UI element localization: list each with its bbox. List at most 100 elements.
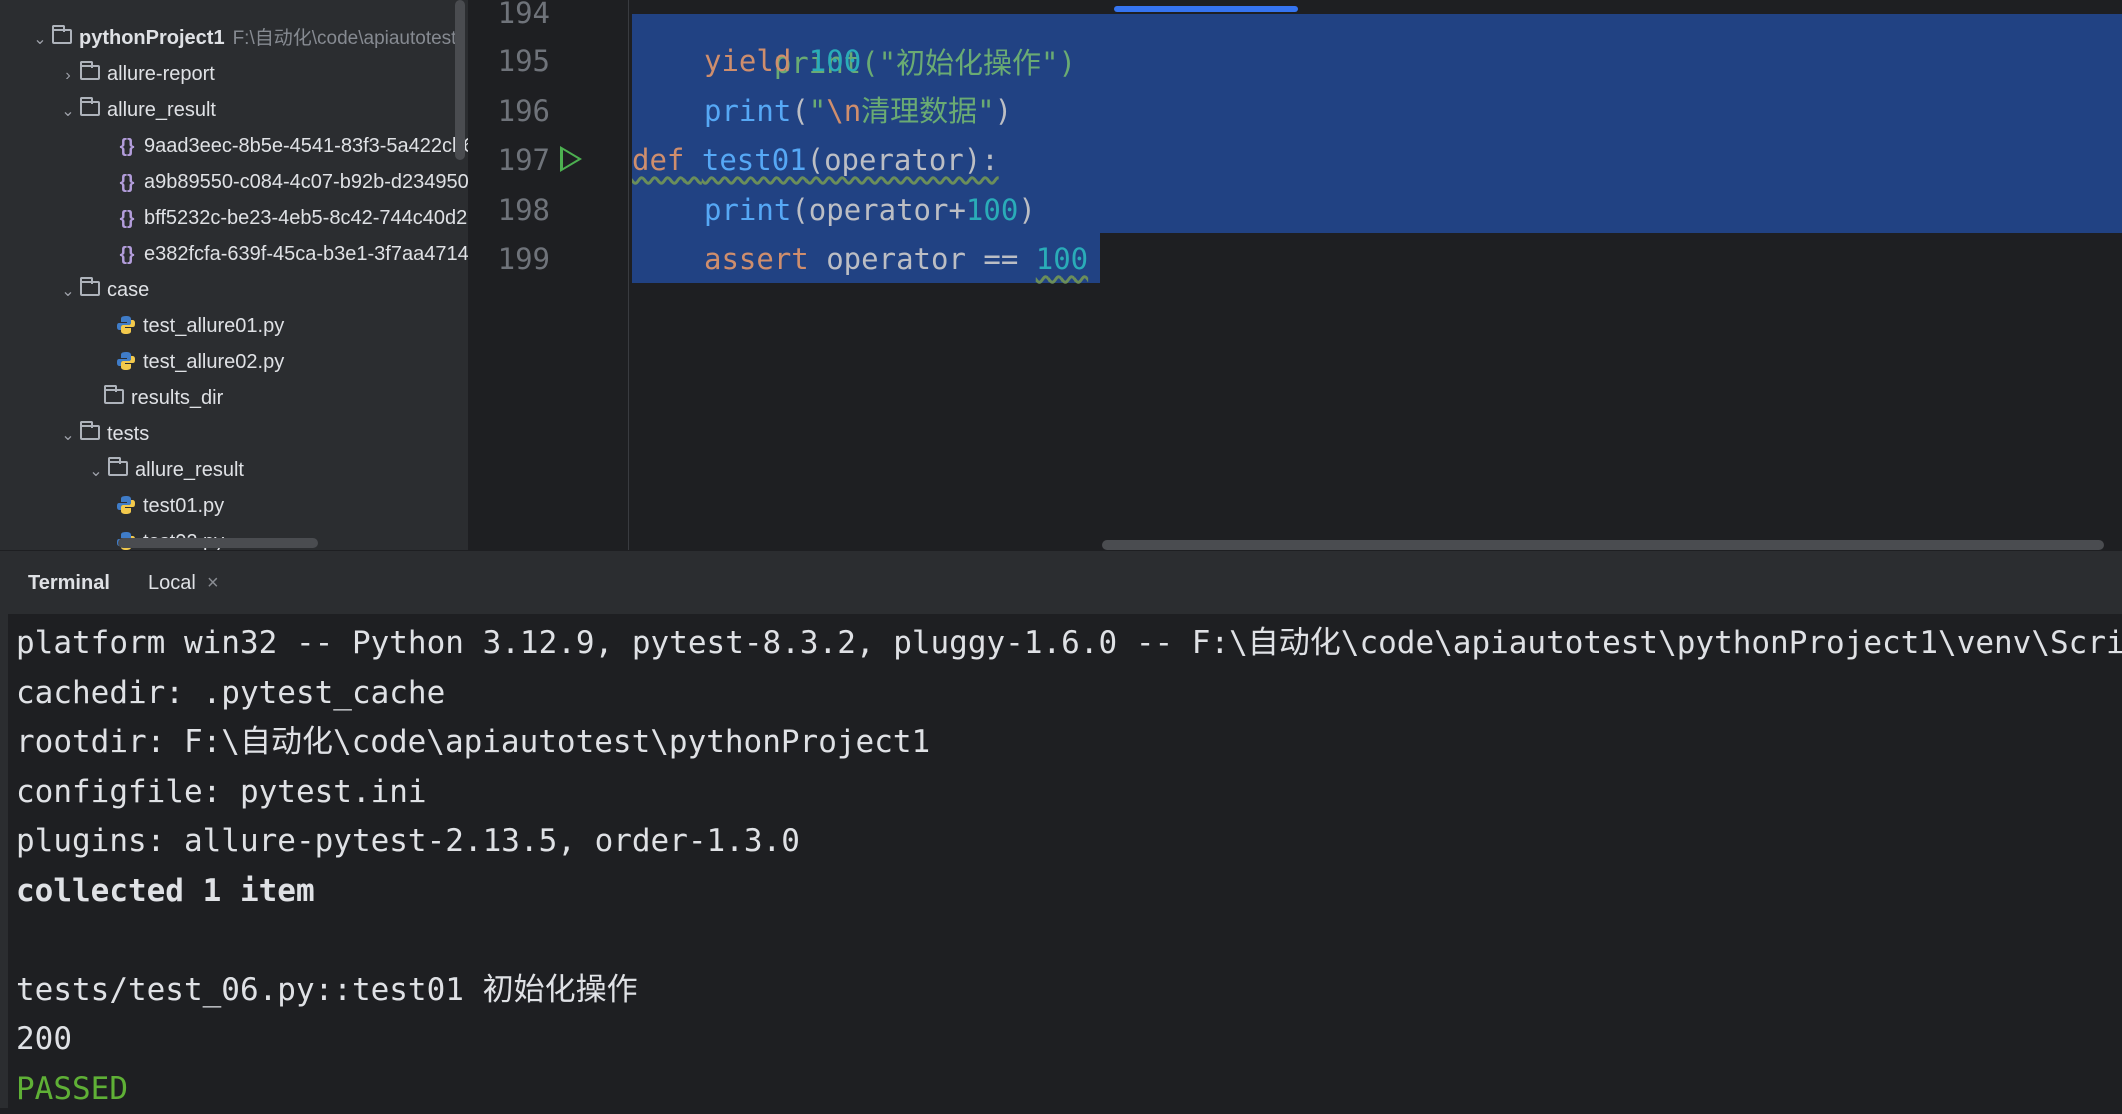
code-editor[interactable]: 194 195 196 197 198 199 print("初始化操作") y… — [468, 0, 2122, 550]
terminal-line: rootdir: F:\自动化\code\apiautotest\pythonP… — [16, 724, 931, 760]
code-line-194: print("初始化操作") — [632, 0, 1076, 80]
terminal-title[interactable]: Terminal — [28, 551, 110, 615]
chevron-down-icon[interactable]: ⌄ — [56, 274, 80, 310]
tree-folder-allure-report[interactable]: › allure-report — [56, 56, 215, 92]
string: " — [808, 94, 827, 128]
tree-item-label: allure_result — [135, 459, 244, 481]
tree-horizontal-scrollbar[interactable] — [118, 538, 318, 548]
python-file-icon — [117, 495, 135, 514]
code-text: (operator): — [806, 143, 999, 177]
chevron-down-icon[interactable]: ⌄ — [28, 22, 52, 58]
tab-local[interactable]: Local — [148, 551, 196, 615]
code-line-195: yield 100 — [632, 36, 861, 86]
tree-file-py[interactable]: test01.py — [116, 488, 224, 524]
folder-icon — [80, 97, 100, 117]
terminal-line: collected 1 item — [16, 873, 315, 909]
tree-file-py[interactable]: test_allure01.py — [116, 308, 284, 344]
tree-vertical-scrollbar[interactable] — [455, 0, 465, 160]
tree-item-label: test_allure02.py — [143, 351, 285, 373]
terminal-line: 200 — [16, 1021, 72, 1057]
run-icon[interactable] — [560, 146, 582, 172]
tree-item-label: test01.py — [143, 495, 225, 517]
keyword: yield — [704, 44, 792, 78]
code-text: ) — [994, 94, 1013, 128]
line-number: 198 — [497, 193, 550, 227]
editor-horizontal-scrollbar[interactable] — [1102, 540, 2104, 550]
function-name: test01 — [701, 143, 807, 177]
line-number-gutter: 194 195 196 197 198 199 — [468, 0, 629, 550]
folder-icon — [104, 385, 124, 405]
number: 100 — [1035, 242, 1089, 276]
tree-file-json[interactable]: {} e382fcfa-639f-45ca-b3e1-3f7aa4714 — [116, 236, 468, 272]
folder-icon — [80, 277, 100, 297]
terminal-line: tests/test_06.py::test01 初始化操作 — [16, 972, 638, 1008]
tree-root[interactable]: ⌄ pythonProject1 F:\自动化\code\apiautotest — [28, 20, 456, 56]
json-file-icon: {} — [119, 136, 135, 157]
tree-item-label: e382fcfa-639f-45ca-b3e1-3f7aa4714 — [144, 243, 468, 265]
function-call: print — [704, 193, 792, 227]
folder-icon — [80, 61, 100, 81]
keyword: assert — [704, 242, 809, 276]
chevron-down-icon[interactable]: ⌄ — [84, 454, 108, 490]
code-line-198: print(operator+100) — [632, 185, 1036, 235]
json-file-icon: {} — [119, 208, 135, 229]
tree-root-path: F:\自动化\code\apiautotest — [232, 28, 457, 49]
code-line-196: print("\n清理数据") — [632, 86, 1012, 136]
tree-item-label: a9b89550-c084-4c07-b92b-d234950 — [144, 171, 468, 193]
tree-file-py[interactable]: test_allure02.py — [116, 344, 284, 380]
tree-folder-results-dir[interactable]: results_dir — [80, 380, 223, 416]
terminal-line: cachedir: .pytest_cache — [16, 675, 446, 711]
code-text: ( — [791, 94, 809, 128]
chevron-down-icon[interactable]: ⌄ — [56, 94, 80, 130]
tree-root-label: pythonProject1 — [79, 27, 225, 49]
line-number: 194 — [497, 0, 550, 30]
project-tool-window: ⌄ pythonProject1 F:\自动化\code\apiautotest ›… — [0, 0, 468, 550]
line-number: 196 — [497, 94, 550, 128]
line-number: 197 — [497, 143, 550, 177]
tree-item-label: bff5232c-be23-4eb5-8c42-744c40d2 — [144, 207, 468, 229]
tree-item-label: results_dir — [131, 387, 224, 409]
function-call: print — [704, 94, 792, 128]
code-line-199: assert operator == 100 — [632, 234, 1088, 284]
line-number: 199 — [497, 242, 550, 276]
terminal-tool-window: Terminal Local × platform win32 -- Pytho… — [0, 550, 2122, 1108]
tree-item-label: 9aad3eec-8b5e-4541-83f3-5a422cb6 — [144, 135, 468, 157]
code-text: ) — [1018, 193, 1036, 227]
tree-item-label: allure_result — [107, 99, 216, 121]
folder-icon — [80, 421, 100, 441]
tree-folder-case[interactable]: ⌄ case — [56, 272, 149, 308]
terminal-line: plugins: allure-pytest-2.13.5, order-1.3… — [16, 823, 800, 859]
folder-icon — [52, 25, 72, 45]
code-text: operator == — [808, 242, 1036, 276]
tree-item-label: tests — [107, 423, 150, 445]
chevron-right-icon[interactable]: › — [56, 58, 80, 94]
tree-folder-tests-allure-result[interactable]: ⌄ allure_result — [84, 452, 244, 488]
number: 100 — [808, 44, 862, 78]
code-line-197: def test01(operator): — [632, 135, 999, 185]
python-file-icon — [117, 315, 135, 334]
tree-file-json[interactable]: {} a9b89550-c084-4c07-b92b-d234950 — [116, 164, 468, 200]
terminal-passed-line: PASSED — [16, 1071, 128, 1107]
chevron-down-icon[interactable]: ⌄ — [56, 418, 80, 454]
keyword: def — [632, 143, 685, 177]
terminal-line: configfile: pytest.ini — [16, 774, 427, 810]
string: 清理数据" — [861, 94, 995, 128]
line-number: 195 — [497, 44, 550, 78]
tree-folder-allure-result[interactable]: ⌄ allure_result — [56, 92, 216, 128]
number: 100 — [965, 193, 1019, 227]
terminal-tab-bar: Terminal Local × — [0, 550, 2122, 615]
escape-seq: \n — [826, 94, 862, 128]
tree-file-json[interactable]: {} 9aad3eec-8b5e-4541-83f3-5a422cb6 — [116, 128, 468, 164]
python-file-icon — [117, 351, 135, 370]
terminal-output[interactable]: platform win32 -- Python 3.12.9, pytest-… — [8, 614, 2122, 1108]
json-file-icon: {} — [119, 244, 135, 265]
tree-folder-tests[interactable]: ⌄ tests — [56, 416, 149, 452]
tree-item-label: test_allure01.py — [143, 315, 285, 337]
terminal-line: platform win32 -- Python 3.12.9, pytest-… — [16, 625, 2122, 661]
tree-item-label: case — [107, 279, 150, 301]
folder-icon — [108, 457, 128, 477]
tree-file-json[interactable]: {} bff5232c-be23-4eb5-8c42-744c40d2 — [116, 200, 468, 236]
close-icon[interactable]: × — [207, 551, 219, 615]
code-text: (operator+ — [791, 193, 966, 227]
editor-tab-indicator — [1114, 6, 1298, 12]
